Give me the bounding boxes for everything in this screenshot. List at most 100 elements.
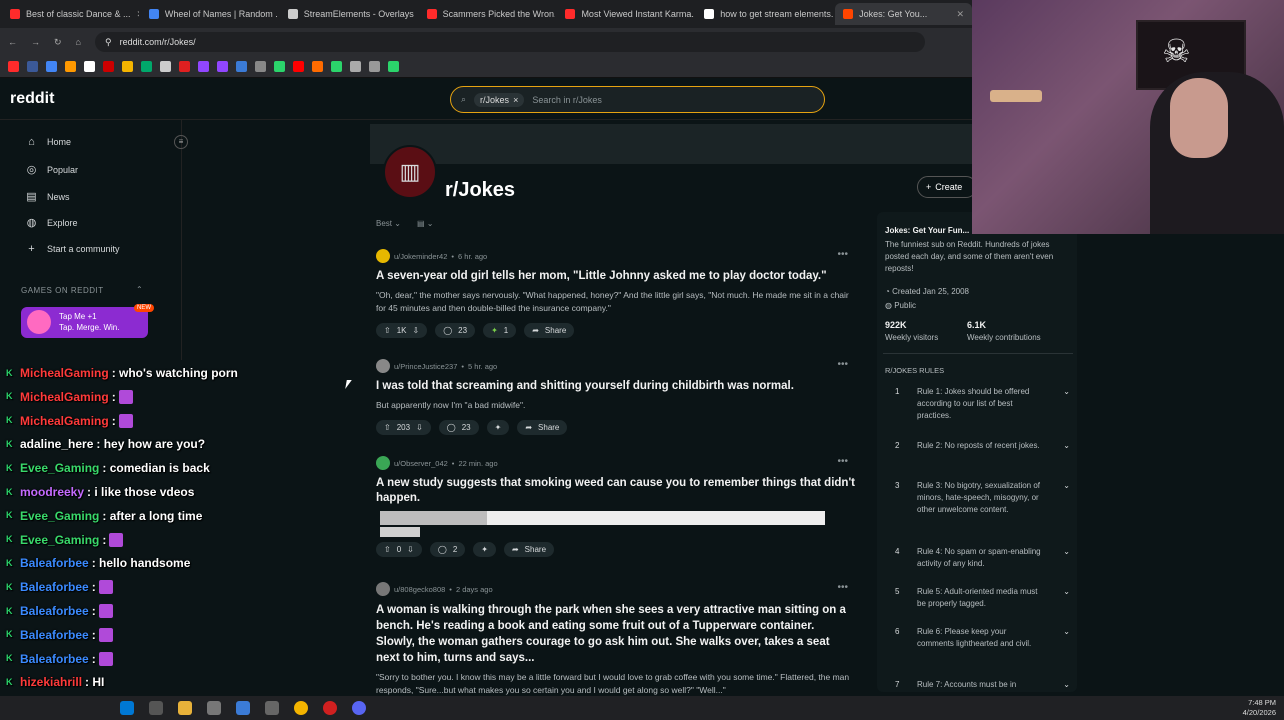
chat-username[interactable]: MichealGaming bbox=[20, 366, 109, 380]
upvote-icon[interactable]: ⇧ bbox=[384, 326, 391, 335]
obs-icon[interactable] bbox=[323, 701, 337, 715]
browser-tab[interactable]: StreamElements - Overlays✕ bbox=[280, 3, 417, 25]
settings-icon[interactable] bbox=[265, 701, 279, 715]
browser-tab[interactable]: Wheel of Names | Random ...✕ bbox=[141, 3, 278, 25]
bookmark-icon[interactable] bbox=[312, 61, 323, 72]
more-options-icon[interactable]: ••• bbox=[837, 359, 848, 370]
share-button[interactable]: ➦ Share bbox=[517, 420, 568, 435]
discord-icon[interactable] bbox=[352, 701, 366, 715]
chat-username[interactable]: Baleaforbee bbox=[20, 580, 89, 594]
bookmark-icon[interactable] bbox=[27, 61, 38, 72]
bookmark-icon[interactable] bbox=[141, 61, 152, 72]
nav-start-community[interactable]: + Start a community bbox=[26, 243, 119, 255]
store-icon[interactable] bbox=[207, 701, 221, 715]
comments-button[interactable]: ◯ 2 bbox=[429, 542, 466, 557]
chat-username[interactable]: Baleaforbee bbox=[20, 628, 89, 642]
nav-popular[interactable]: ◎ Popular bbox=[26, 163, 78, 176]
more-options-icon[interactable]: ••• bbox=[837, 249, 848, 260]
site-info-icon[interactable]: ⚲ bbox=[105, 37, 112, 48]
share-button[interactable]: ➦ Share bbox=[503, 542, 555, 557]
bookmark-icon[interactable] bbox=[8, 61, 19, 72]
search-scope-chip[interactable]: r/Jokes × bbox=[474, 92, 525, 107]
rule-item[interactable]: 4 Rule 4: No spam or spam-enabling activi… bbox=[895, 546, 1070, 570]
nav-explore[interactable]: ◍ Explore bbox=[26, 216, 78, 229]
bookmark-icon[interactable] bbox=[255, 61, 266, 72]
close-tab-icon[interactable]: ✕ bbox=[956, 9, 964, 20]
award-button[interactable]: ✦ bbox=[486, 420, 510, 435]
home-icon[interactable]: ⌂ bbox=[76, 37, 81, 47]
bookmark-icon[interactable] bbox=[388, 61, 399, 72]
post-title[interactable]: A seven-year old girl tells her mom, "Li… bbox=[376, 269, 856, 284]
chat-username[interactable]: adaline_here bbox=[20, 437, 93, 451]
chat-username[interactable]: Evee_Gaming bbox=[20, 461, 99, 475]
vscode-icon[interactable] bbox=[236, 701, 250, 715]
post-title[interactable]: A woman is walking through the park when… bbox=[376, 602, 856, 666]
chevron-down-icon[interactable]: ⌄ bbox=[1063, 679, 1070, 691]
post-author[interactable]: u/PrinceJustice237 bbox=[394, 362, 457, 371]
post-author[interactable]: u/Jokeminder42 bbox=[394, 252, 447, 261]
edge-icon[interactable] bbox=[120, 701, 134, 715]
more-options-icon[interactable]: ••• bbox=[837, 456, 848, 467]
chat-username[interactable]: Baleaforbee bbox=[20, 652, 89, 666]
more-options-icon[interactable]: ••• bbox=[837, 582, 848, 593]
browser-tab[interactable]: Jokes: Get You... ✕ bbox=[835, 3, 973, 25]
rule-item[interactable]: 3 Rule 3: No bigotry, sexualization of mi… bbox=[895, 480, 1070, 516]
upvote-icon[interactable]: ⇧ bbox=[384, 545, 391, 554]
nav-home[interactable]: ⌂ Home bbox=[26, 136, 71, 148]
bookmark-icon[interactable] bbox=[350, 61, 361, 72]
chat-username[interactable]: Evee_Gaming bbox=[20, 509, 99, 523]
chevron-down-icon[interactable]: ⌄ bbox=[1063, 480, 1070, 516]
browser-tab[interactable]: how to get stream elements...✕ bbox=[696, 3, 833, 25]
explorer-icon[interactable] bbox=[149, 701, 163, 715]
create-post-button[interactable]: + Create bbox=[917, 176, 977, 198]
downvote-icon[interactable]: ⇩ bbox=[416, 423, 423, 432]
browser-tab[interactable]: Best of classic Dance & ... ✕ bbox=[2, 3, 139, 25]
close-tab-icon[interactable]: ✕ bbox=[137, 9, 139, 20]
folder-icon[interactable] bbox=[178, 701, 192, 715]
browser-tab[interactable]: Most Viewed Instant Karma...✕ bbox=[557, 3, 694, 25]
url-field[interactable]: ⚲ reddit.com/r/Jokes/ bbox=[94, 32, 925, 52]
back-icon[interactable]: ← bbox=[8, 37, 17, 47]
chat-username[interactable]: hizekiahrill bbox=[20, 675, 82, 689]
rule-item[interactable]: 7 Rule 7: Accounts must be in ⌄ bbox=[895, 679, 1070, 691]
bookmark-icon[interactable] bbox=[84, 61, 95, 72]
chevron-down-icon[interactable]: ⌄ bbox=[1063, 586, 1070, 610]
chat-username[interactable]: Evee_Gaming bbox=[20, 533, 99, 547]
reddit-logo[interactable]: reddit bbox=[10, 90, 54, 108]
chat-username[interactable]: moodreeky bbox=[20, 485, 84, 499]
post-title[interactable]: I was told that screaming and shitting y… bbox=[376, 379, 856, 394]
bookmark-icon[interactable] bbox=[236, 61, 247, 72]
chevron-down-icon[interactable]: ⌄ bbox=[1063, 386, 1070, 422]
post-card[interactable]: u/808gecko808 • 2 days ago ••• A woman is … bbox=[376, 582, 856, 697]
rule-item[interactable]: 5 Rule 5: Adult-oriented media must be pr… bbox=[895, 586, 1070, 610]
chrome-icon[interactable] bbox=[294, 701, 308, 715]
chat-username[interactable]: MichealGaming bbox=[20, 414, 109, 428]
bookmark-icon[interactable] bbox=[369, 61, 380, 72]
award-button[interactable]: ✦ bbox=[473, 542, 496, 557]
bookmark-icon[interactable] bbox=[198, 61, 209, 72]
collapse-sidebar-icon[interactable]: ≡ bbox=[174, 135, 188, 149]
bookmark-icon[interactable] bbox=[122, 61, 133, 72]
downvote-icon[interactable]: ⇩ bbox=[413, 326, 420, 335]
post-author[interactable]: u/808gecko808 bbox=[394, 585, 445, 594]
bookmark-icon[interactable] bbox=[160, 61, 171, 72]
search-input[interactable]: ⌕ r/Jokes × Search in r/Jokes bbox=[450, 86, 825, 113]
upvote-icon[interactable]: ⇧ bbox=[384, 423, 391, 432]
bookmark-icon[interactable] bbox=[65, 61, 76, 72]
post-card[interactable]: u/Observer_042 • 22 min. ago ••• A new stu… bbox=[376, 456, 856, 506]
post-card[interactable]: u/PrinceJustice237 • 5 hr. ago ••• I was t… bbox=[376, 359, 856, 435]
bookmark-icon[interactable] bbox=[103, 61, 114, 72]
downvote-icon[interactable]: ⇩ bbox=[407, 545, 414, 554]
post-author[interactable]: u/Observer_042 bbox=[394, 459, 448, 468]
rule-item[interactable]: 2 Rule 2: No reposts of recent jokes. ⌄ bbox=[895, 440, 1070, 452]
chat-username[interactable]: Baleaforbee bbox=[20, 556, 89, 570]
vote-control[interactable]: ⇧ 0 ⇩ bbox=[376, 542, 422, 557]
system-clock[interactable]: 7:48 PM 4/20/2026 bbox=[1243, 698, 1276, 718]
nav-news[interactable]: ▤ News bbox=[26, 190, 69, 203]
chevron-down-icon[interactable]: ⌄ bbox=[1063, 546, 1070, 570]
post-card[interactable]: u/Jokeminder42 • 6 hr. ago ••• A seven-yea… bbox=[376, 249, 856, 338]
comments-button[interactable]: ◯ 23 bbox=[438, 420, 479, 435]
bookmark-icon[interactable] bbox=[217, 61, 228, 72]
bookmark-icon[interactable] bbox=[293, 61, 304, 72]
rule-item[interactable]: 6 Rule 6: Please keep your comments light… bbox=[895, 626, 1070, 650]
